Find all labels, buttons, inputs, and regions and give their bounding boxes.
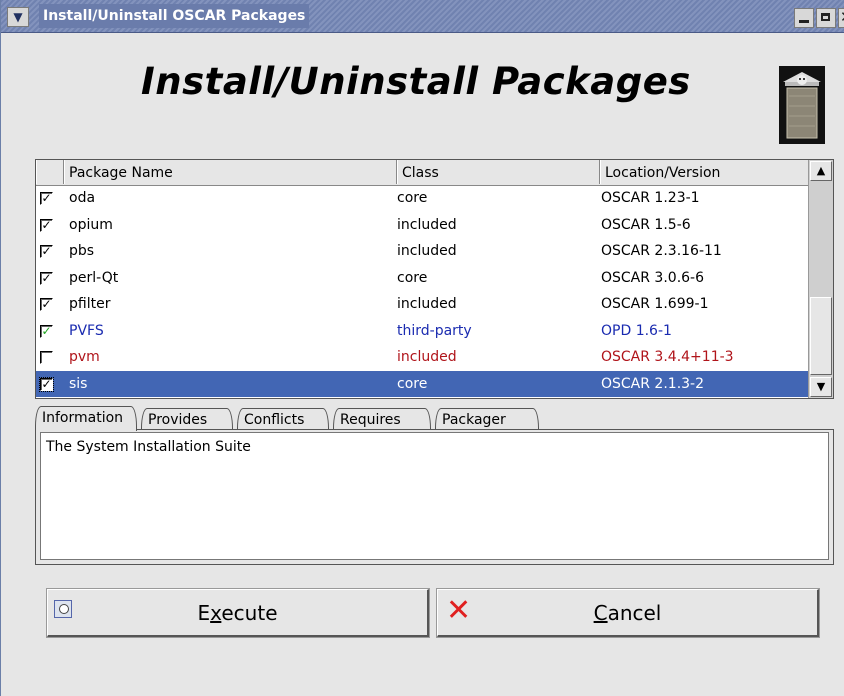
cancel-button[interactable]: ✕ Cancel — [436, 588, 820, 638]
package-location: OSCAR 2.1.3-2 — [601, 375, 705, 392]
scrollbar-thumb[interactable] — [810, 297, 832, 375]
package-class: third-party — [397, 322, 472, 339]
close-icon: ✕ — [840, 8, 844, 26]
package-class: core — [397, 269, 428, 286]
package-class: included — [397, 216, 457, 233]
table-row[interactable]: ✓ oda core OSCAR 1.23-1 — [36, 185, 808, 212]
package-checkbox[interactable]: ✓ — [40, 271, 53, 285]
minimize-button[interactable] — [794, 8, 814, 28]
package-class: included — [397, 349, 457, 365]
package-name: opium — [69, 216, 113, 233]
tab-packager[interactable]: Packager — [435, 408, 539, 430]
package-class: core — [397, 190, 428, 206]
package-checkbox[interactable]: ✓ — [40, 298, 53, 311]
package-checkbox[interactable]: ✓ — [40, 192, 53, 205]
package-location: OSCAR 1.699-1 — [601, 296, 709, 312]
execute-button[interactable]: Execute — [46, 588, 430, 638]
package-location: OSCAR 3.4.4+11-3 — [601, 349, 734, 365]
column-header-package-name[interactable]: Package Name — [64, 160, 397, 184]
package-name: pbs — [69, 243, 95, 259]
package-table: Package Name Class Location/Version ✓ od… — [35, 159, 834, 399]
package-location: OSCAR 2.3.16-11 — [601, 243, 722, 259]
package-name: sis — [69, 375, 88, 392]
window-menu-icon[interactable]: ▼ — [7, 7, 29, 27]
table-row[interactable]: ✓ perl-Qt core OSCAR 3.0.6-6 — [36, 265, 808, 292]
package-location: OPD 1.6-1 — [601, 322, 672, 339]
table-scrollbar[interactable]: ▲ ▼ — [808, 160, 833, 398]
oscar-logo — [779, 66, 825, 144]
package-location: OSCAR 1.5-6 — [601, 216, 691, 233]
scroll-up-icon[interactable]: ▲ — [810, 161, 832, 181]
close-button[interactable]: ✕ — [838, 8, 844, 28]
table-row[interactable]: pvm included OSCAR 3.4.4+11-3 — [36, 344, 808, 371]
package-name: oda — [69, 190, 96, 206]
table-row[interactable]: ✓ PVFS third-party OPD 1.6-1 — [36, 318, 808, 345]
column-header-location-version[interactable]: Location/Version — [600, 160, 808, 184]
package-checkbox[interactable]: ✓ — [40, 324, 53, 338]
scroll-down-icon[interactable]: ▼ — [810, 377, 832, 397]
tab-information[interactable]: Information — [35, 406, 137, 431]
package-name: perl-Qt — [69, 269, 119, 286]
tab-panel-information: The System Installation Suite — [35, 429, 834, 565]
maximize-button[interactable] — [816, 8, 836, 28]
title-bar[interactable]: ▼ Install/Uninstall OSCAR Packages ✕ — [1, 0, 844, 33]
page-title: Install/Uninstall Packages — [141, 60, 691, 103]
table-row[interactable]: ✓ pbs included OSCAR 2.3.16-11 — [36, 238, 808, 265]
table-row[interactable]: ✓ pfilter included OSCAR 1.699-1 — [36, 291, 808, 318]
package-location: OSCAR 1.23-1 — [601, 190, 700, 206]
cancel-button-label: Cancel — [593, 601, 662, 625]
package-name: pvm — [69, 349, 100, 365]
package-name: PVFS — [69, 322, 104, 339]
package-name: pfilter — [69, 296, 111, 312]
package-description: The System Installation Suite — [40, 432, 829, 560]
package-class: included — [397, 296, 457, 312]
tab-conflicts[interactable]: Conflicts — [237, 408, 329, 430]
window-title: Install/Uninstall OSCAR Packages — [39, 4, 310, 28]
table-rows: ✓ oda core OSCAR 1.23-1 ✓ opium included… — [36, 185, 808, 397]
tab-provides[interactable]: Provides — [141, 408, 233, 430]
package-checkbox[interactable]: ✓ — [39, 376, 54, 392]
execute-button-label: Execute — [197, 601, 278, 625]
table-row[interactable]: ✓ opium included OSCAR 1.5-6 — [36, 212, 808, 239]
package-class: included — [397, 243, 457, 259]
column-header-select[interactable] — [36, 160, 64, 184]
package-checkbox[interactable]: ✓ — [40, 218, 53, 232]
tab-requires[interactable]: Requires — [333, 408, 431, 430]
table-row[interactable]: ✓ sis core OSCAR 2.1.3-2 — [36, 370, 808, 397]
package-window: ▼ Install/Uninstall OSCAR Packages ✕ Ins… — [0, 0, 844, 696]
column-header-class[interactable]: Class — [397, 160, 600, 184]
package-checkbox[interactable] — [40, 351, 53, 364]
package-checkbox[interactable]: ✓ — [40, 245, 53, 258]
table-header: Package Name Class Location/Version — [36, 160, 808, 186]
package-location: OSCAR 3.0.6-6 — [601, 269, 705, 286]
package-class: core — [397, 375, 428, 392]
